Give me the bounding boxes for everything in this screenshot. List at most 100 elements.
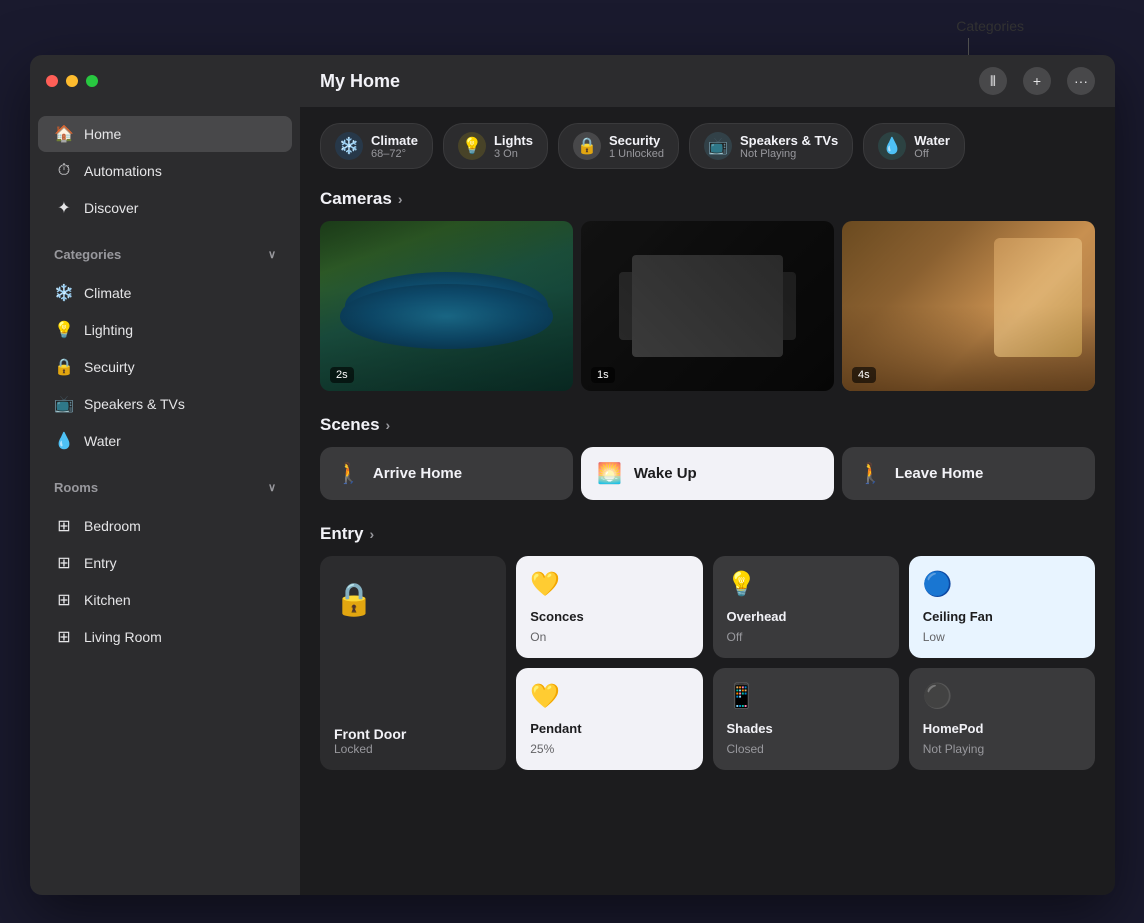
entry-section-title: Entry › — [320, 524, 1095, 544]
sidebar-label-discover: Discover — [84, 200, 138, 216]
shades-status: Closed — [727, 742, 885, 756]
more-button[interactable]: ··· — [1067, 67, 1095, 95]
chip-speakers-sub: Not Playing — [740, 148, 838, 160]
sidebar-label-lighting: Lighting — [84, 322, 133, 338]
sidebar-item-water[interactable]: 💧 Water — [38, 423, 292, 459]
rooms-nav: ⊞ Bedroom ⊞ Entry ⊞ Kitchen ⊞ Living Roo… — [30, 499, 300, 664]
device-card-shades[interactable]: 📱 Shades Closed — [713, 668, 899, 770]
front-door-status: Locked — [334, 742, 492, 756]
entry-icon: ⊞ — [54, 553, 74, 573]
chip-security[interactable]: 🔒 Security 1 Unlocked — [558, 123, 679, 169]
main-panel: My Home ⫴ + ··· ❄️ Climate — [300, 55, 1115, 895]
sidebar-label-automations: Automations — [84, 163, 162, 179]
chip-speakers[interactable]: 📺 Speakers & TVs Not Playing — [689, 123, 853, 169]
front-door-label: Front Door — [334, 726, 492, 742]
pendant-status: 25% — [530, 742, 688, 756]
sidebar-item-lighting[interactable]: 💡 Lighting — [38, 312, 292, 348]
sidebar-item-discover[interactable]: ✦ Discover — [38, 190, 292, 226]
sidebar-item-speakers[interactable]: 📺 Speakers & TVs — [38, 386, 292, 422]
device-card-front-door[interactable]: 🔒 Front Door Locked — [320, 556, 506, 770]
sidebar-item-climate[interactable]: ❄️ Climate — [38, 275, 292, 311]
sidebar-label-security: Secuirty — [84, 359, 135, 375]
kitchen-icon: ⊞ — [54, 590, 74, 610]
sound-waves-button[interactable]: ⫴ — [979, 67, 1007, 95]
homepod-status: Not Playing — [923, 742, 1081, 756]
rooms-chevron[interactable]: ∨ — [268, 481, 276, 494]
traffic-light-maximize[interactable] — [86, 75, 98, 87]
chip-climate-sub: 68–72° — [371, 148, 418, 160]
shades-label: Shades — [727, 721, 885, 736]
sidebar-label-entry: Entry — [84, 555, 117, 571]
categories-chevron[interactable]: ∨ — [268, 248, 276, 261]
chip-lights-sub: 3 On — [494, 148, 533, 160]
sidebar-item-bedroom[interactable]: ⊞ Bedroom — [38, 508, 292, 544]
cameras-section-title: Cameras › — [320, 189, 1095, 209]
chip-lights[interactable]: 💡 Lights 3 On — [443, 123, 548, 169]
sidebar-item-entry[interactable]: ⊞ Entry — [38, 545, 292, 581]
categories-label: Categories — [54, 247, 121, 262]
app-window: 🏠 Home ⏱ Automations ✦ Discover Categori… — [30, 55, 1115, 895]
sidebar-titlebar — [30, 55, 300, 107]
device-card-homepod[interactable]: ⚫ HomePod Not Playing — [909, 668, 1095, 770]
ceiling-fan-status: Low — [923, 630, 1081, 644]
sidebar-label-home: Home — [84, 126, 121, 142]
main-titlebar: My Home ⫴ + ··· — [300, 55, 1115, 107]
overhead-label: Overhead — [727, 609, 885, 624]
device-card-ceiling-fan[interactable]: 🔵 Ceiling Fan Low — [909, 556, 1095, 658]
camera-thumb-2[interactable]: 1s — [581, 221, 834, 391]
cameras-chevron[interactable]: › — [398, 191, 403, 207]
cameras-label: Cameras — [320, 189, 392, 209]
chip-climate[interactable]: ❄️ Climate 68–72° — [320, 123, 433, 169]
scenes-chevron[interactable]: › — [386, 417, 391, 433]
sidebar-label-kitchen: Kitchen — [84, 592, 131, 608]
sidebar-nav: 🏠 Home ⏱ Automations ✦ Discover — [30, 107, 300, 235]
sidebar-item-security[interactable]: 🔒 Secuirty — [38, 349, 292, 385]
rooms-label: Rooms — [54, 480, 98, 495]
titlebar-actions: ⫴ + ··· — [979, 67, 1095, 95]
device-card-pendant[interactable]: 💛 Pendant 25% — [516, 668, 702, 770]
sconces-label: Sconces — [530, 609, 688, 624]
entry-chevron[interactable]: › — [369, 526, 374, 542]
traffic-light-minimize[interactable] — [66, 75, 78, 87]
camera-thumb-1[interactable]: 2s — [320, 221, 573, 391]
chip-lights-text: Lights 3 On — [494, 133, 533, 160]
arrive-home-label: Arrive Home — [373, 465, 462, 482]
sidebar-label-speakers: Speakers & TVs — [84, 396, 185, 412]
categories-nav: ❄️ Climate 💡 Lighting 🔒 Secuirty 📺 Speak… — [30, 266, 300, 468]
add-button[interactable]: + — [1023, 67, 1051, 95]
sidebar-label-bedroom: Bedroom — [84, 518, 141, 534]
entry-devices-grid: 🔒 Front Door Locked 💛 Sconces On 💡 Overh… — [320, 556, 1095, 770]
chip-security-label: Security — [609, 133, 664, 148]
camera-thumb-3[interactable]: 4s — [842, 221, 1095, 391]
speakers-icon: 📺 — [54, 394, 74, 414]
water-icon: 💧 — [54, 431, 74, 451]
wake-up-icon: 🌅 — [597, 461, 622, 486]
categories-header: Categories ∨ — [30, 235, 300, 266]
chip-water[interactable]: 💧 Water Off — [863, 123, 965, 169]
climate-icon: ❄️ — [54, 283, 74, 303]
living-room-icon: ⊞ — [54, 627, 74, 647]
ceiling-fan-label: Ceiling Fan — [923, 609, 1081, 624]
scenes-label: Scenes — [320, 415, 380, 435]
camera-badge-3: 4s — [852, 367, 876, 383]
overhead-icon: 💡 — [727, 570, 885, 599]
device-card-sconces[interactable]: 💛 Sconces On — [516, 556, 702, 658]
sconces-status: On — [530, 630, 688, 644]
device-card-overhead[interactable]: 💡 Overhead Off — [713, 556, 899, 658]
sconces-icon: 💛 — [530, 570, 688, 599]
chip-water-text: Water Off — [914, 133, 950, 160]
sidebar-item-kitchen[interactable]: ⊞ Kitchen — [38, 582, 292, 618]
entry-label: Entry — [320, 524, 363, 544]
traffic-light-close[interactable] — [46, 75, 58, 87]
sidebar: 🏠 Home ⏱ Automations ✦ Discover Categori… — [30, 55, 300, 895]
scene-wake-up[interactable]: 🌅 Wake Up — [581, 447, 834, 500]
scene-arrive-home[interactable]: 🚶 Arrive Home — [320, 447, 573, 500]
sidebar-item-living[interactable]: ⊞ Living Room — [38, 619, 292, 655]
scene-leave-home[interactable]: 🚶 Leave Home — [842, 447, 1095, 500]
sidebar-item-automations[interactable]: ⏱ Automations — [38, 153, 292, 189]
sidebar-item-home[interactable]: 🏠 Home — [38, 116, 292, 152]
bedroom-icon: ⊞ — [54, 516, 74, 536]
pendant-icon: 💛 — [530, 682, 688, 711]
chip-lights-label: Lights — [494, 133, 533, 148]
chip-security-sub: 1 Unlocked — [609, 148, 664, 160]
